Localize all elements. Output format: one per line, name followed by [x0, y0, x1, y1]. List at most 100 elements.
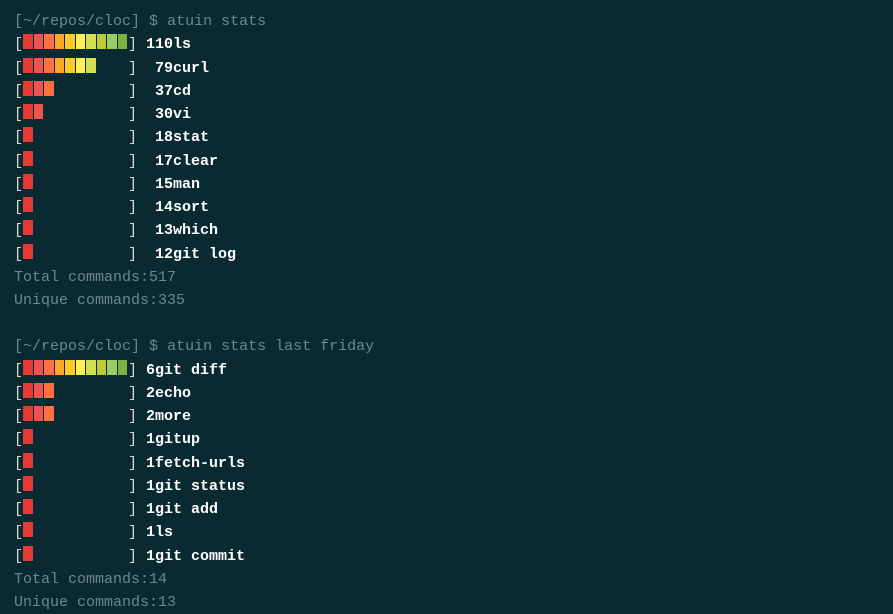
bar-empty	[65, 453, 75, 468]
stats-count: 30	[146, 103, 173, 126]
stats-command: git diff	[155, 359, 227, 382]
bar-segment	[107, 34, 117, 49]
bracket-open: [	[14, 173, 23, 196]
stats-row: [] 2 more	[14, 405, 879, 428]
prompt-symbol: $	[149, 338, 158, 355]
bar-segment	[118, 34, 128, 49]
stats-command: vi	[173, 103, 191, 126]
bar-empty	[44, 244, 54, 259]
stats-row: [] 1 fetch-urls	[14, 452, 879, 475]
stats-row: [] 1 git add	[14, 498, 879, 521]
prompt-symbol: $	[149, 13, 158, 30]
bar-segment	[23, 104, 33, 119]
stats-count: 12	[146, 243, 173, 266]
bar-segment	[23, 499, 33, 514]
bar-segment	[86, 58, 96, 73]
bar-empty	[86, 522, 96, 537]
bracket-close: ]	[128, 33, 146, 56]
bar-empty	[76, 81, 86, 96]
summary-value: 14	[149, 568, 167, 591]
bar-empty	[97, 58, 107, 73]
stats-row: [] 18 stat	[14, 126, 879, 149]
bar-empty	[118, 81, 128, 96]
bracket-close: ]	[128, 405, 146, 428]
stats-row: [] 17 clear	[14, 150, 879, 173]
bar-segment	[55, 58, 65, 73]
bracket-open: [	[14, 382, 23, 405]
bar-segment	[23, 174, 33, 189]
stats-count: 1	[146, 545, 155, 568]
stats-row: [] 14 sort	[14, 196, 879, 219]
bar-segment	[44, 383, 54, 398]
bar-empty	[65, 81, 75, 96]
bar-empty	[97, 383, 107, 398]
bar-segment	[23, 522, 33, 537]
bar-empty	[86, 406, 96, 421]
bar-empty	[86, 81, 96, 96]
bar-segment	[55, 34, 65, 49]
bar-empty	[76, 383, 86, 398]
bar-empty	[86, 151, 96, 166]
bracket-open: [	[14, 405, 23, 428]
bar-empty	[65, 383, 75, 398]
summary-label: Unique commands:	[14, 289, 158, 312]
bar-empty	[65, 244, 75, 259]
bar-empty	[86, 429, 96, 444]
bar-empty	[97, 244, 107, 259]
stats-count: 1	[146, 452, 155, 475]
prompt-command: atuin stats last friday	[167, 338, 374, 355]
bar-empty	[55, 546, 65, 561]
bracket-close: ]	[128, 475, 146, 498]
bar-empty	[97, 546, 107, 561]
bar-empty	[76, 174, 86, 189]
bar-empty	[65, 127, 75, 142]
stats-row: [] 1 git commit	[14, 545, 879, 568]
prompt-line[interactable]: [~/repos/cloc] $ atuin stats last friday	[14, 335, 879, 358]
summary-unique: Unique commands: 13	[14, 591, 879, 614]
bar-empty	[76, 429, 86, 444]
stats-count: 6	[146, 359, 155, 382]
bar-empty	[118, 429, 128, 444]
bar-empty	[65, 546, 75, 561]
bar-empty	[34, 476, 44, 491]
stats-row: [] 6 git diff	[14, 359, 879, 382]
bar-segment	[23, 151, 33, 166]
bracket-open: [	[14, 80, 23, 103]
bar-segment	[34, 383, 44, 398]
stats-count: 18	[146, 126, 173, 149]
bar-empty	[44, 499, 54, 514]
bracket-close: ]	[128, 57, 146, 80]
bar-empty	[34, 174, 44, 189]
bar-empty	[65, 499, 75, 514]
bar-empty	[34, 546, 44, 561]
bracket-close: ]	[128, 498, 146, 521]
bracket-close: ]	[128, 80, 146, 103]
bar-segment	[34, 34, 44, 49]
prompt-line[interactable]: [~/repos/cloc] $ atuin stats	[14, 10, 879, 33]
bracket-close: ]	[128, 126, 146, 149]
bar-empty	[118, 406, 128, 421]
bar-empty	[107, 406, 117, 421]
bar-empty	[107, 151, 117, 166]
bar-empty	[55, 197, 65, 212]
bar-empty	[107, 522, 117, 537]
stats-command: more	[155, 405, 191, 428]
bar-empty	[86, 476, 96, 491]
stats-command: gitup	[155, 428, 200, 451]
bracket-close: ]	[128, 103, 146, 126]
stats-command: cd	[173, 80, 191, 103]
bar-segment	[23, 58, 33, 73]
stats-count: 2	[146, 382, 155, 405]
bar-segment	[23, 546, 33, 561]
bar-empty	[118, 244, 128, 259]
bar-empty	[76, 127, 86, 142]
bar-empty	[86, 453, 96, 468]
stats-row: [] 12 git log	[14, 243, 879, 266]
bar-empty	[65, 476, 75, 491]
summary-label: Total commands:	[14, 568, 149, 591]
bar-empty	[107, 383, 117, 398]
bar-segment	[76, 34, 86, 49]
bar-segment	[65, 58, 75, 73]
bar-empty	[55, 406, 65, 421]
stats-command: fetch-urls	[155, 452, 245, 475]
